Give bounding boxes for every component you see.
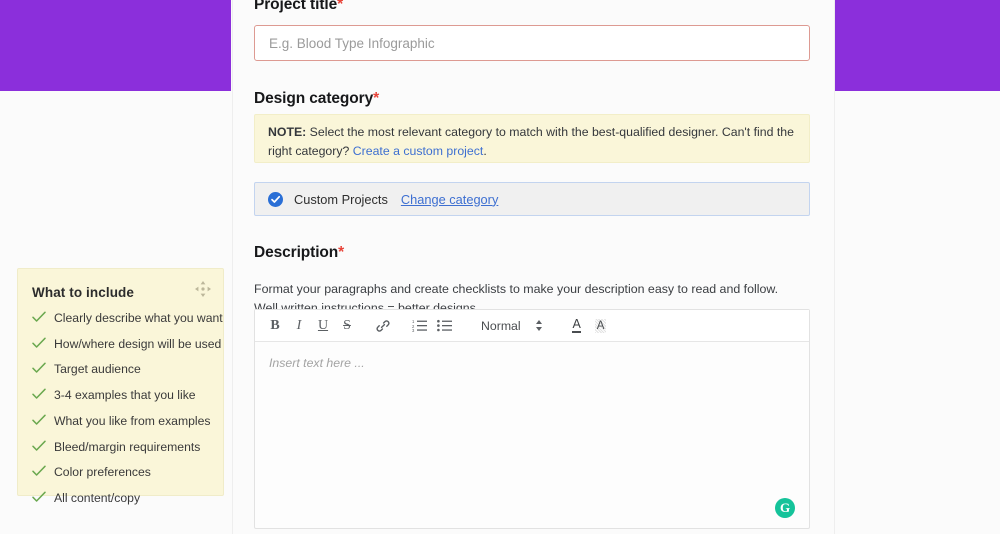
check-icon	[32, 465, 46, 477]
list-item-label: All content/copy	[54, 490, 141, 505]
what-to-include-list: Clearly describe what you want How/where…	[32, 311, 223, 505]
change-category-link[interactable]: Change category	[401, 192, 498, 207]
text-style-value: Normal	[481, 318, 521, 333]
design-category-label: Design category*	[254, 90, 379, 108]
check-icon	[32, 311, 46, 323]
list-item: All content/copy	[32, 490, 209, 505]
link-icon[interactable]	[373, 315, 393, 337]
list-item: Clearly describe what you want	[32, 311, 223, 324]
chevron-updown-icon	[535, 319, 543, 332]
list-item: How/where design will be used	[32, 337, 221, 350]
ordered-list-icon[interactable]: 123	[409, 315, 430, 337]
list-item-label: How/where design will be used	[54, 336, 222, 351]
list-item-label: Color preferences	[54, 465, 151, 480]
text-color-icon[interactable]: A	[567, 315, 587, 337]
editor-text-area[interactable]: Insert text here ... G	[255, 342, 809, 528]
editor-toolbar: B I U S 123 Normal A A	[255, 310, 809, 342]
list-item-label: 3-4 examples that you like	[54, 388, 196, 403]
design-category-label-text: Design category	[254, 90, 374, 107]
column-divider-right	[834, 0, 835, 534]
list-item: Bleed/margin requirements	[32, 439, 209, 454]
check-icon	[32, 491, 46, 503]
page-root: What to include Clearly describe what yo…	[0, 0, 1000, 534]
check-circle-icon	[268, 191, 283, 207]
text-style-select[interactable]: Normal	[481, 319, 543, 333]
underline-icon[interactable]: U	[313, 315, 333, 337]
check-icon	[32, 440, 46, 452]
check-icon	[32, 414, 46, 426]
description-editor: B I U S 123 Normal A A Insert text here …	[254, 309, 810, 529]
note-prefix: NOTE:	[268, 125, 307, 139]
column-divider-left	[232, 0, 233, 534]
what-to-include-card: What to include Clearly describe what yo…	[17, 268, 224, 504]
project-title-label-text: Project title	[254, 0, 338, 13]
list-item: Target audience	[32, 362, 209, 377]
banner-band-right	[835, 0, 1000, 91]
list-item-label: Clearly describe what you want	[54, 311, 223, 325]
banner-band-left	[0, 0, 231, 91]
required-asterisk: *	[373, 90, 380, 107]
bullet-list-icon[interactable]	[434, 315, 455, 337]
required-asterisk: *	[337, 0, 344, 13]
list-item: What you like from examples	[32, 413, 211, 428]
list-item-label: What you like from examples	[54, 413, 211, 428]
design-category-note: NOTE: Select the most relevant category …	[254, 114, 810, 163]
note-suffix: .	[483, 144, 487, 159]
selected-category-name: Custom Projects	[294, 191, 388, 207]
description-label: Description*	[254, 244, 344, 262]
note-text: Select the most relevant category to mat…	[268, 125, 794, 159]
project-title-input[interactable]	[254, 25, 810, 61]
editor-placeholder: Insert text here ...	[269, 356, 365, 370]
italic-icon[interactable]: I	[289, 315, 309, 337]
description-label-text: Description	[254, 244, 339, 261]
bold-icon[interactable]: B	[265, 315, 285, 337]
selected-category-bar[interactable]: Custom Projects Change category	[254, 182, 810, 216]
check-icon	[32, 388, 46, 400]
check-icon	[32, 362, 46, 374]
strikethrough-icon[interactable]: S	[337, 315, 357, 337]
create-custom-project-link[interactable]: Create a custom project	[353, 144, 484, 158]
check-icon	[32, 337, 46, 349]
project-title-label: Project title*	[254, 0, 343, 14]
required-asterisk: *	[338, 244, 345, 261]
list-item-label: Bleed/margin requirements	[54, 439, 201, 454]
list-item: Color preferences	[32, 465, 209, 480]
grammarly-badge[interactable]: G	[775, 498, 795, 518]
list-item: 3-4 examples that you like	[32, 388, 209, 403]
text-highlight-icon[interactable]: A	[591, 315, 611, 337]
list-item-label: Target audience	[54, 362, 141, 377]
move-arrows-icon[interactable]	[194, 280, 212, 298]
what-to-include-title: What to include	[32, 285, 134, 300]
svg-text:3: 3	[412, 328, 415, 332]
